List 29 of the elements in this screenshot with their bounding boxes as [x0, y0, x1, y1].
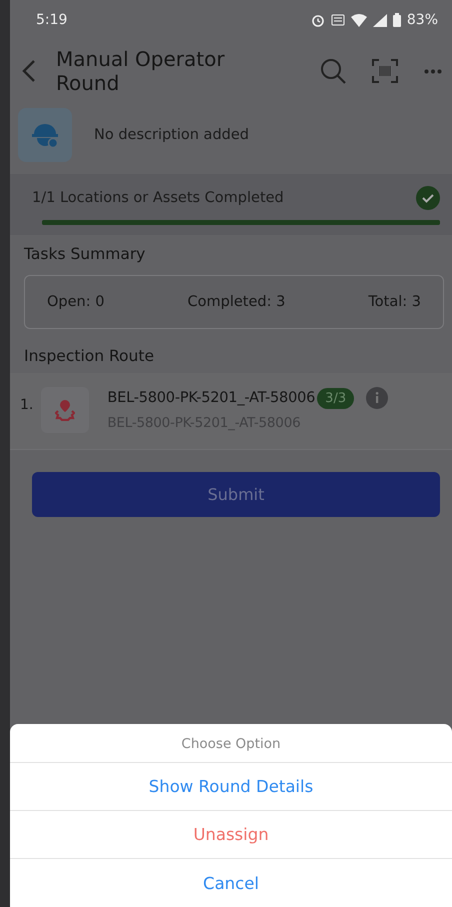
- progress-label: 1/1 Locations or Assets Completed: [32, 190, 284, 206]
- sheet-title: Choose Option: [10, 724, 452, 763]
- helmet-icon: [31, 121, 59, 149]
- task-count-badge: 3/3: [317, 388, 354, 408]
- back-icon[interactable]: [22, 59, 36, 83]
- page-title: Manual Operator Round: [56, 47, 226, 95]
- alarm-icon: [310, 13, 325, 27]
- section-title: Tasks Summary: [23, 244, 146, 265]
- summary-count: Open: 0: [47, 294, 104, 310]
- location-gear-icon: [55, 399, 76, 421]
- row-number: 1.: [20, 396, 34, 413]
- asset-name: BEL-5800-PK-5201_-AT-58006: [107, 390, 316, 406]
- sheet-option[interactable]: Unassign: [10, 811, 452, 859]
- search-icon[interactable]: [320, 58, 346, 84]
- summary-count: Total: 3: [368, 294, 421, 310]
- sheet-option[interactable]: Cancel: [10, 859, 452, 907]
- more-icon[interactable]: [424, 68, 442, 74]
- section-title: Inspection Route: [23, 346, 155, 367]
- summary-count: Completed: 3: [188, 294, 286, 310]
- battery-percent: 83%: [406, 12, 438, 28]
- signal-icon: [372, 14, 387, 26]
- status-time: 5:19: [36, 12, 68, 28]
- barcode-scan-icon[interactable]: [372, 59, 398, 83]
- wifi-icon: [350, 14, 367, 26]
- info-icon[interactable]: [366, 387, 388, 409]
- battery-icon: [392, 13, 401, 27]
- submit-button[interactable]: Submit: [32, 472, 440, 517]
- sheet-option[interactable]: Show Round Details: [10, 763, 452, 811]
- description-text: No description added: [94, 127, 249, 143]
